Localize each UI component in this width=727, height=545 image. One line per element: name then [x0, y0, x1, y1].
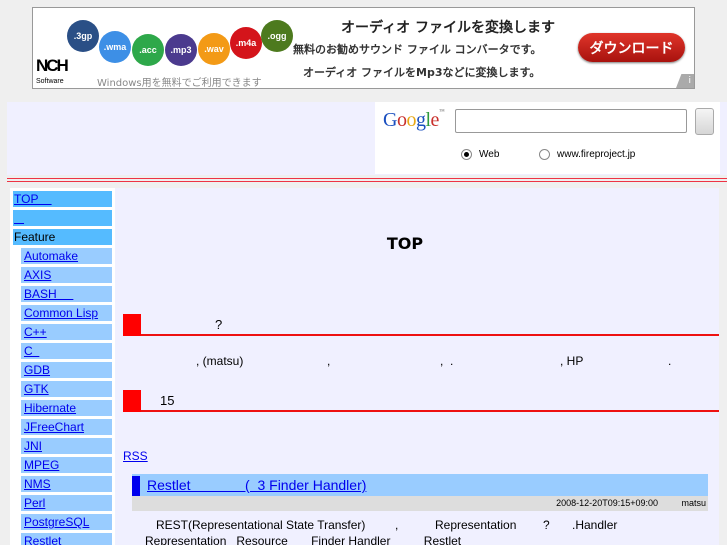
- format-bubble: .acc: [132, 34, 164, 66]
- entry-body-fragment: Representation Resource Finder Handler R…: [145, 534, 462, 545]
- sidebar-item[interactable]: Automake: [21, 248, 112, 264]
- sidebar-item[interactable]: C: [21, 343, 112, 359]
- radio-unchecked-icon[interactable]: [539, 149, 550, 160]
- nch-logo-subtitle: Software: [36, 78, 64, 85]
- entry-body-fragment: .Handler: [572, 518, 618, 532]
- page-title: TOP: [386, 234, 424, 253]
- ad-download-button[interactable]: ダウンロード: [578, 33, 685, 62]
- sidebar-item[interactable]: [13, 210, 112, 226]
- section-header-about: ?: [123, 314, 719, 336]
- radio-site-label: www.fireproject.jp: [557, 149, 636, 160]
- sidebar-item[interactable]: Hibernate: [21, 400, 112, 416]
- entry-meta: 2008-12-20T09:15+09:00 matsu: [132, 496, 708, 511]
- radio-checked-icon[interactable]: [461, 149, 472, 160]
- header-divider-bottom: [7, 181, 727, 182]
- format-bubble: .ogg: [261, 20, 293, 52]
- radio-web[interactable]: Web: [461, 149, 499, 160]
- sidebar-item[interactable]: C++: [21, 324, 112, 340]
- intro-fragment: , .: [440, 354, 454, 368]
- entry-date: 2008-12-20T09:15+09:00: [556, 498, 658, 508]
- google-logo: Google™: [383, 109, 445, 131]
- entry-body-fragment: ?: [543, 518, 550, 532]
- entry-body-fragment: Representation: [435, 518, 517, 532]
- entry-body-fragment: ,: [395, 518, 399, 532]
- format-bubble: .wma: [99, 31, 131, 63]
- ad-windows-text: Windows用を無料でご利用できます: [97, 78, 262, 89]
- sidebar-section-label: Feature: [13, 229, 112, 245]
- entry-author: matsu: [681, 498, 706, 508]
- intro-fragment: .: [668, 354, 672, 368]
- radio-web-label: Web: [479, 149, 500, 160]
- sidebar-item[interactable]: TOP: [13, 191, 112, 207]
- intro-fragment: , (matsu): [196, 354, 244, 368]
- section-title: 15: [160, 393, 175, 408]
- main-content: TOP ? , (matsu), , . , HP. 15 RSS Restlet …: [115, 188, 719, 545]
- sidebar-item[interactable]: Perl: [21, 495, 112, 511]
- rss-link[interactable]: RSS: [123, 449, 148, 463]
- ad-description-1: 無料のお勧めサウンド ファイル コンバータです。: [293, 43, 542, 56]
- entry-body-fragment: REST(Representational State Transfer): [156, 518, 366, 532]
- sidebar-item[interactable]: Common Lisp: [21, 305, 112, 321]
- sidebar: TOP Feature Automake AXIS BASH Common Lisp C…: [10, 188, 115, 545]
- intro-text: , (matsu), , . , HP.: [115, 354, 719, 370]
- section-header-updates: 15: [123, 390, 719, 412]
- sidebar-item[interactable]: JFreeChart: [21, 419, 112, 435]
- format-bubble: .wav: [198, 33, 230, 65]
- ad-info-icon[interactable]: i: [676, 74, 694, 88]
- entry-title-link[interactable]: Restlet ( 3 Finder Handler): [147, 477, 366, 493]
- sidebar-item[interactable]: AXIS: [21, 267, 112, 283]
- entry-marker: [132, 476, 140, 496]
- format-bubble: .3gp: [67, 20, 99, 52]
- nch-logo: NCH: [36, 56, 69, 75]
- radio-site[interactable]: www.fireproject.jp: [539, 149, 635, 160]
- sidebar-item[interactable]: GTK: [21, 381, 112, 397]
- section-title: ?: [215, 317, 223, 332]
- section-marker: [123, 314, 141, 336]
- sidebar-item[interactable]: Restlet: [21, 533, 112, 545]
- sidebar-item[interactable]: BASH: [21, 286, 112, 302]
- intro-fragment: ,: [327, 354, 331, 368]
- ad-banner[interactable]: .3gp .wma .acc .mp3 .wav .m4a .ogg NCH Softwar…: [32, 7, 695, 89]
- format-bubble: .mp3: [165, 34, 197, 66]
- ad-headline: オーディオ ファイルを変換します: [341, 20, 555, 36]
- header-divider-top: [7, 178, 727, 179]
- search-input[interactable]: [455, 109, 687, 133]
- sidebar-item[interactable]: NMS: [21, 476, 112, 492]
- ad-description-2: オーディオ ファイルをMp3などに変換します。: [303, 66, 541, 79]
- sidebar-item[interactable]: GDB: [21, 362, 112, 378]
- sidebar-item[interactable]: PostgreSQL: [21, 514, 112, 530]
- format-bubble: .m4a: [230, 27, 262, 59]
- google-search: Google™ Web www.fireproject.jp: [375, 102, 720, 174]
- sidebar-item[interactable]: JNI: [21, 438, 112, 454]
- intro-fragment: , HP: [560, 354, 584, 368]
- entry-header: Restlet ( 3 Finder Handler): [132, 474, 708, 496]
- search-button[interactable]: [695, 108, 714, 135]
- sidebar-item[interactable]: MPEG: [21, 457, 112, 473]
- section-marker: [123, 390, 141, 412]
